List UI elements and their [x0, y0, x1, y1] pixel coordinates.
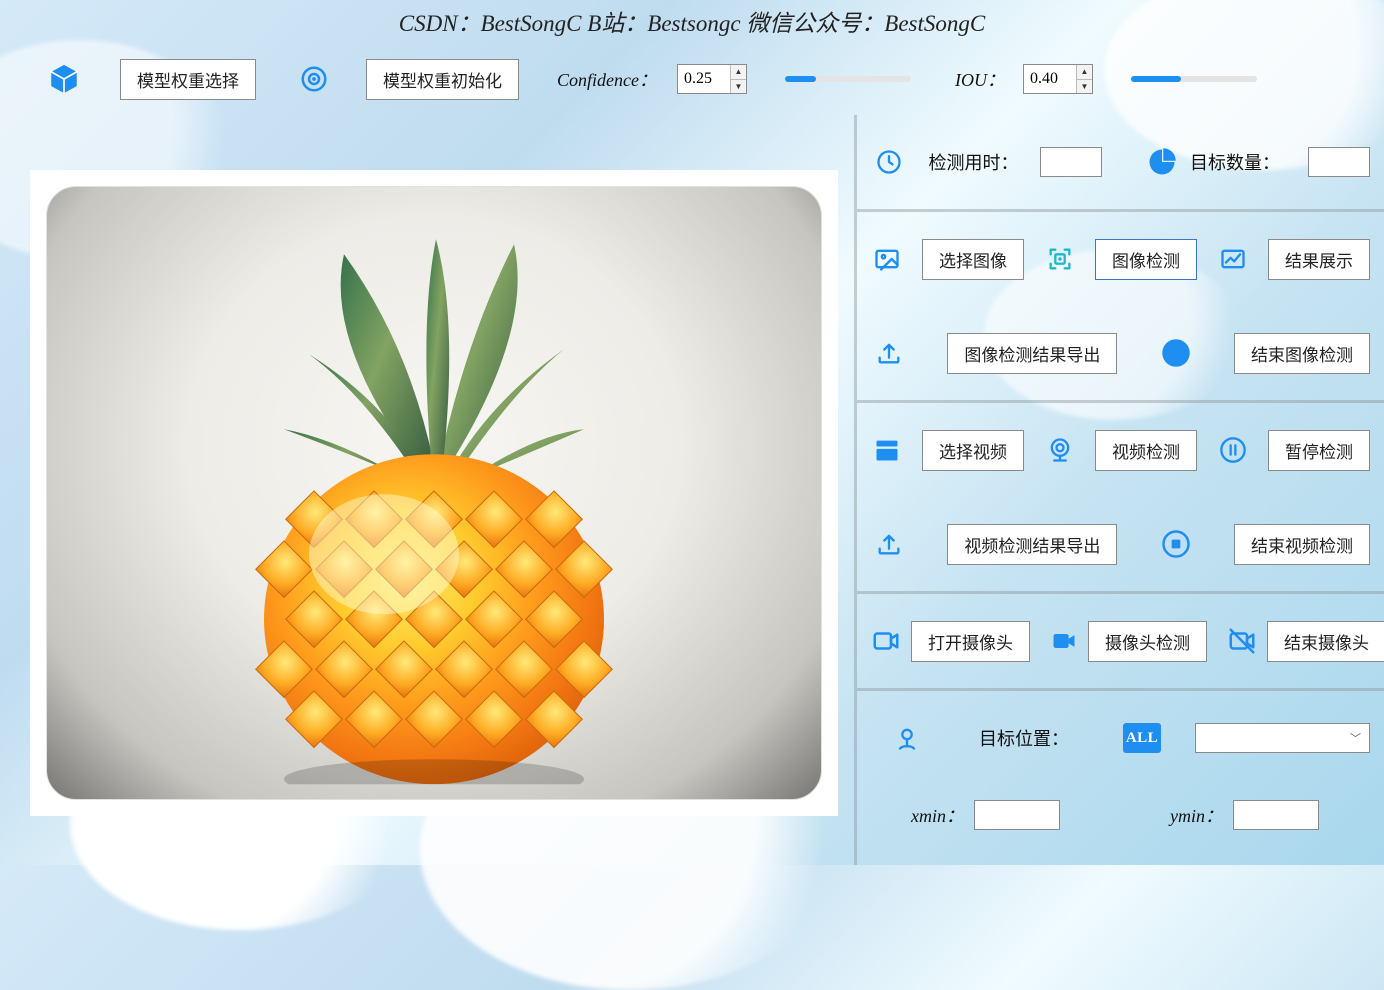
app-header: CSDN：BestSongC B站：Bestsongc 微信公众号：BestSo…	[0, 4, 1384, 38]
camera-solid-icon	[1050, 623, 1078, 659]
xmin-value	[974, 800, 1060, 830]
open-camera-button[interactable]: 打开摄像头	[911, 621, 1030, 662]
check-circle-icon	[1158, 335, 1194, 371]
image-controls-panel: 选择图像 图像检测 结果展示 图像检测结果导出 结	[857, 212, 1384, 403]
model-weight-init-button[interactable]: 模型权重初始化	[366, 59, 519, 100]
detect-time-value	[1040, 147, 1102, 177]
stop-circle-icon	[1158, 526, 1194, 562]
confidence-slider[interactable]	[785, 76, 911, 82]
webcam-icon	[1044, 432, 1075, 468]
confidence-spin-down[interactable]: ▼	[731, 80, 746, 94]
confidence-input[interactable]	[678, 65, 730, 93]
cube-icon	[46, 61, 82, 97]
target-icon	[296, 61, 332, 97]
detect-image-button[interactable]: 图像检测	[1095, 239, 1197, 280]
camera-controls-panel: 打开摄像头 摄像头检测 结束摄像头	[857, 594, 1384, 691]
xmin-label: xmin：	[911, 802, 964, 828]
preview-frame	[46, 186, 822, 800]
detect-camera-button[interactable]: 摄像头检测	[1088, 621, 1207, 662]
chevron-down-icon: ﹀	[1350, 730, 1361, 746]
pause-detect-button[interactable]: 暂停检测	[1268, 430, 1370, 471]
upload-icon	[871, 335, 907, 371]
upload-video-icon	[871, 526, 907, 562]
target-position-label: 目标位置：	[979, 729, 1069, 749]
preview-image	[214, 224, 654, 784]
pie-icon	[1144, 144, 1180, 180]
end-video-detect-button[interactable]: 结束视频检测	[1234, 524, 1370, 565]
ymin-label: ymin：	[1170, 802, 1223, 828]
clock-icon	[871, 144, 907, 180]
target-position-panel: 目标位置： ALL ﹀ xmin： ymin：	[857, 691, 1384, 845]
confidence-label: Confidence：	[557, 66, 657, 92]
toolbar: 模型权重选择 模型权重初始化 Confidence： ▲▼ IOU： ▲▼	[46, 50, 1369, 108]
iou-label: IOU：	[955, 66, 1005, 92]
export-image-results-button[interactable]: 图像检测结果导出	[947, 333, 1117, 374]
model-weight-select-button[interactable]: 模型权重选择	[120, 59, 256, 100]
show-results-button[interactable]: 结果展示	[1268, 239, 1370, 280]
image-preview-panel	[30, 170, 838, 816]
iou-input[interactable]	[1024, 65, 1076, 93]
ymin-value	[1233, 800, 1319, 830]
all-badge: ALL	[1123, 723, 1161, 753]
picture-icon	[871, 241, 902, 277]
video-file-icon	[871, 432, 902, 468]
confidence-spin-up[interactable]: ▲	[731, 65, 746, 80]
target-count-label: 目标数量：	[1190, 149, 1280, 175]
select-image-button[interactable]: 选择图像	[922, 239, 1024, 280]
camera-off-icon	[1227, 623, 1257, 659]
export-video-results-button[interactable]: 视频检测结果导出	[947, 524, 1117, 565]
scan-image-icon	[1044, 241, 1075, 277]
iou-slider[interactable]	[1131, 76, 1257, 82]
confidence-spinbox[interactable]: ▲▼	[677, 64, 747, 94]
target-count-value	[1308, 147, 1370, 177]
detect-time-label: 检测用时：	[929, 153, 1019, 173]
pin-icon	[889, 720, 925, 756]
select-video-button[interactable]: 选择视频	[922, 430, 1024, 471]
camera-outline-icon	[871, 623, 901, 659]
stats-panel: 检测用时： 目标数量：	[857, 115, 1384, 212]
close-camera-button[interactable]: 结束摄像头	[1267, 621, 1384, 662]
end-image-detect-button[interactable]: 结束图像检测	[1234, 333, 1370, 374]
line-chart-icon	[1217, 241, 1248, 277]
pause-circle-icon	[1217, 432, 1248, 468]
iou-spinbox[interactable]: ▲▼	[1023, 64, 1093, 94]
sidebar: 检测用时： 目标数量： 选择图像 图像检测	[857, 115, 1384, 865]
video-controls-panel: 选择视频 视频检测 暂停检测 视频检测结果导出 结	[857, 403, 1384, 594]
iou-spin-up[interactable]: ▲	[1077, 65, 1092, 80]
iou-spin-down[interactable]: ▼	[1077, 80, 1092, 94]
target-select[interactable]: ﹀	[1195, 723, 1370, 753]
detect-video-button[interactable]: 视频检测	[1095, 430, 1197, 471]
